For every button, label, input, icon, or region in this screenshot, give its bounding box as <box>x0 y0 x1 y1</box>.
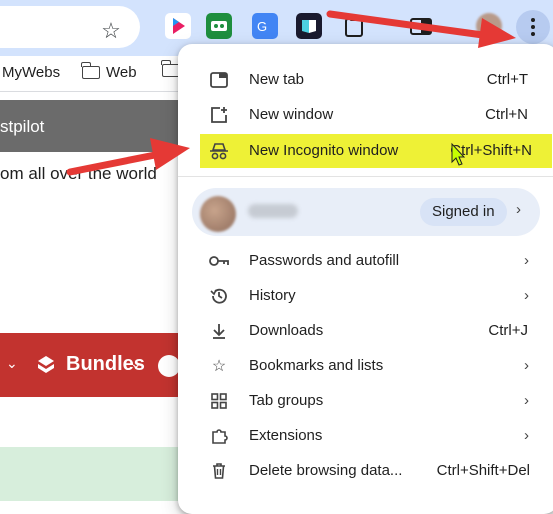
site-nav-bar: ⌄ Bundles ⌄ <box>0 333 200 397</box>
new-window-icon <box>209 105 229 125</box>
star-outline-icon: ☆ <box>211 357 227 375</box>
chevron-right-icon: › <box>524 392 529 409</box>
chevron-right-icon: › <box>524 357 529 374</box>
menu-label: New Incognito window <box>249 142 399 159</box>
menu-shortcut: Ctrl+Shift+Del <box>436 462 530 479</box>
bookmark-label: MyWebs <box>2 64 61 81</box>
extension-icon[interactable] <box>165 13 191 39</box>
menu-label: Downloads <box>249 322 324 339</box>
translate-icon[interactable]: G <box>252 13 278 39</box>
menu-item-new-tab[interactable]: New tab Ctrl+T <box>178 62 553 97</box>
menu-shortcut: Ctrl+Shift+N <box>450 142 532 159</box>
bookmark-label: Web <box>106 64 137 81</box>
address-bar[interactable]: ☆ <box>0 6 140 48</box>
menu-item-delete-data[interactable]: Delete browsing data... Ctrl+Shift+Del <box>178 453 553 488</box>
menu-label: Passwords and autofill <box>249 252 400 269</box>
menu-divider <box>178 176 553 177</box>
bundle-icon <box>38 356 54 373</box>
chevron-right-icon: › <box>524 252 529 269</box>
signed-in-badge: Signed in <box>420 198 507 226</box>
folder-icon <box>81 62 100 79</box>
page-banner <box>0 447 200 501</box>
bookmark-item[interactable]: MyWebs <box>2 64 60 81</box>
menu-label: Bookmarks and lists <box>249 357 384 374</box>
avatar <box>200 196 236 232</box>
menu-item-bookmarks[interactable]: ☆ Bookmarks and lists › <box>178 348 553 383</box>
svg-text:G: G <box>257 19 267 34</box>
extension-icon[interactable] <box>296 13 322 39</box>
extension-icon[interactable] <box>206 13 232 39</box>
more-vert-icon[interactable] <box>516 10 550 44</box>
menu-item-new-incognito[interactable]: New Incognito window Ctrl+Shift+N <box>178 133 553 168</box>
chevron-down-icon[interactable]: ⌄ <box>6 355 18 372</box>
user-icon[interactable] <box>158 355 180 377</box>
chevron-down-icon[interactable]: ⌄ <box>130 355 142 372</box>
menu-shortcut: Ctrl+J <box>488 322 528 339</box>
menu-shortcut: Ctrl+T <box>486 71 528 88</box>
menu-label: New window <box>249 106 334 123</box>
tab-groups-icon <box>209 391 229 411</box>
trash-icon <box>209 461 229 481</box>
menu-label: History <box>249 287 296 304</box>
menu-label: Tab groups <box>249 392 324 409</box>
menu-item-tab-groups[interactable]: Tab groups › <box>178 383 553 418</box>
menu-item-passwords[interactable]: Passwords and autofill › <box>178 243 553 278</box>
new-tab-icon <box>209 70 229 90</box>
menu-label: Extensions <box>249 427 323 444</box>
download-icon <box>209 321 229 341</box>
clipboard-icon[interactable] <box>341 13 367 39</box>
chevron-right-icon: › <box>516 201 521 218</box>
site-header: stpilot <box>0 100 200 152</box>
menu-item-downloads[interactable]: Downloads Ctrl+J <box>178 313 553 348</box>
key-icon <box>209 251 229 271</box>
incognito-icon <box>209 141 229 161</box>
puzzle-icon <box>209 426 229 446</box>
star-icon[interactable]: ☆ <box>96 16 126 46</box>
menu-item-extensions[interactable]: Extensions › <box>178 418 553 453</box>
chrome-main-menu: New tab Ctrl+T New window Ctrl+N New Inc… <box>178 44 553 514</box>
profile-row[interactable]: Signed in › <box>192 188 540 236</box>
chevron-right-icon: › <box>524 287 529 304</box>
history-icon <box>209 286 229 306</box>
menu-shortcut: Ctrl+N <box>485 106 528 123</box>
tagline-text: om all over the world <box>0 164 157 183</box>
profile-avatar[interactable] <box>476 13 502 39</box>
site-title-fragment: stpilot <box>0 117 45 136</box>
menu-label: New tab <box>249 71 305 88</box>
bookmark-folder[interactable]: Web <box>81 62 137 81</box>
chevron-right-icon: › <box>524 427 529 444</box>
menu-label: Delete browsing data... <box>249 462 403 479</box>
profile-name-blurred <box>248 204 298 218</box>
menu-item-history[interactable]: History › <box>178 278 553 313</box>
sidebar-icon[interactable] <box>408 13 434 39</box>
menu-item-new-window[interactable]: New window Ctrl+N <box>178 97 553 132</box>
